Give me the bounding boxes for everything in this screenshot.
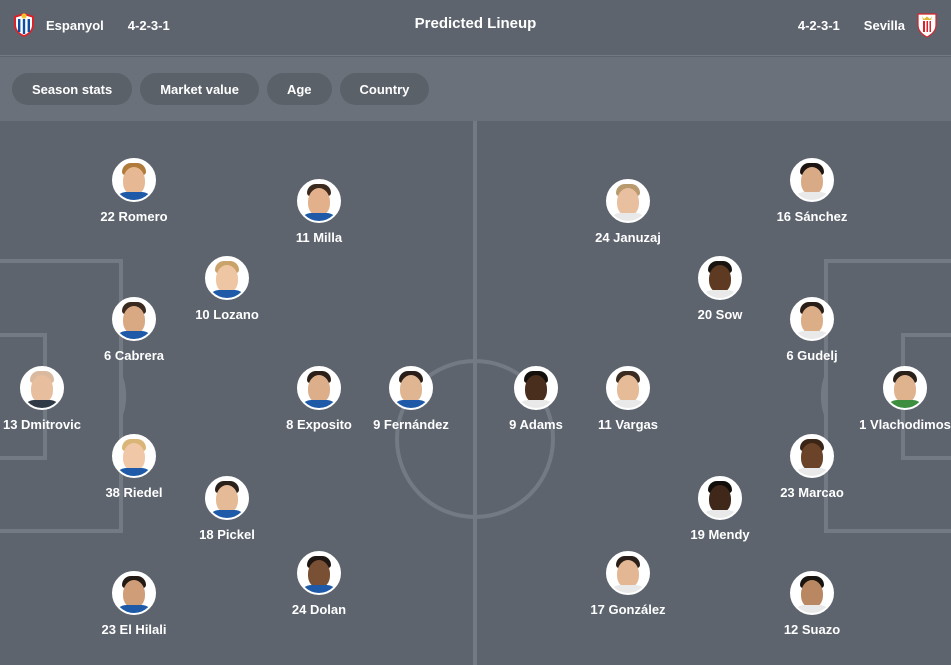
player-photo xyxy=(205,256,249,300)
pitch: 22 Romero 11 Milla 10 Lozano 6 Cabrera 1… xyxy=(0,121,951,665)
player-photo xyxy=(790,297,834,341)
player-name: 11 Vargas xyxy=(598,417,658,432)
player-card[interactable]: 19 Mendy xyxy=(655,476,785,543)
player-card[interactable]: 6 Cabrera xyxy=(69,297,199,364)
player-card[interactable]: 11 Vargas xyxy=(563,366,693,433)
player-photo xyxy=(606,179,650,223)
player-name: 16 Sánchez xyxy=(776,209,848,224)
player-photo xyxy=(606,366,650,410)
player-name: 6 Gudelj xyxy=(786,348,838,363)
away-formation: 4-2-3-1 xyxy=(797,17,840,33)
player-name: 23 El Hilali xyxy=(101,622,167,637)
age-chip[interactable]: Age xyxy=(266,73,332,105)
player-name: 12 Suazo xyxy=(783,622,841,637)
player-photo xyxy=(389,366,433,410)
player-card[interactable]: 24 Januzaj xyxy=(563,179,693,246)
season-stats-chip[interactable]: Season stats xyxy=(12,73,133,105)
player-card[interactable]: 12 Suazo xyxy=(747,571,877,638)
player-photo xyxy=(698,476,742,520)
market-value-chip[interactable]: Market value xyxy=(140,73,259,105)
player-card[interactable]: 17 González xyxy=(563,551,693,618)
player-name: 17 González xyxy=(590,602,666,617)
lineup-header: Espanyol 4-2-3-1 Predicted Lineup 4-2-3-… xyxy=(0,0,951,56)
player-photo xyxy=(698,256,742,300)
player-name: 1 Vlachodimos xyxy=(859,417,951,432)
player-name: 9 Fernández xyxy=(373,417,449,432)
player-photo xyxy=(883,366,927,410)
player-card[interactable]: 11 Milla xyxy=(254,179,384,246)
player-name: 19 Mendy xyxy=(690,527,750,542)
player-photo xyxy=(112,571,156,615)
player-card[interactable]: 22 Romero xyxy=(69,158,199,225)
player-photo xyxy=(606,551,650,595)
player-photo xyxy=(790,571,834,615)
player-photo xyxy=(514,366,558,410)
player-card[interactable]: 13 Dmitrovic xyxy=(0,366,107,433)
player-card[interactable]: 16 Sánchez xyxy=(747,158,877,225)
player-card[interactable]: 23 El Hilali xyxy=(69,571,199,638)
country-chip[interactable]: Country xyxy=(339,73,430,105)
player-photo xyxy=(790,158,834,202)
sevilla-crest-icon xyxy=(917,13,937,38)
player-name: 11 Milla xyxy=(295,230,343,245)
player-name: 18 Pickel xyxy=(199,527,255,542)
player-photo xyxy=(790,434,834,478)
player-card[interactable]: 1 Vlachodimos xyxy=(840,366,951,433)
player-name: 22 Romero xyxy=(100,209,168,224)
player-photo xyxy=(297,179,341,223)
player-card[interactable]: 6 Gudelj xyxy=(747,297,877,364)
player-photo xyxy=(297,366,341,410)
player-name: 6 Cabrera xyxy=(104,348,164,363)
player-name: 24 Januzaj xyxy=(595,230,661,245)
player-name: 13 Dmitrovic xyxy=(2,417,82,432)
player-card[interactable]: 24 Dolan xyxy=(254,551,384,618)
player-photo xyxy=(297,551,341,595)
player-name: 24 Dolan xyxy=(291,602,347,617)
player-photo xyxy=(112,158,156,202)
player-card[interactable]: 18 Pickel xyxy=(162,476,292,543)
player-photo xyxy=(112,434,156,478)
away-team-name: Sevilla xyxy=(863,17,905,33)
away-team[interactable]: 4-2-3-1 Sevilla xyxy=(798,0,939,50)
player-photo xyxy=(20,366,64,410)
player-photo xyxy=(205,476,249,520)
stat-filter-bar: Season stats Market value Age Country xyxy=(0,57,951,121)
player-photo xyxy=(112,297,156,341)
player-card[interactable]: 9 Fernández xyxy=(346,366,476,433)
